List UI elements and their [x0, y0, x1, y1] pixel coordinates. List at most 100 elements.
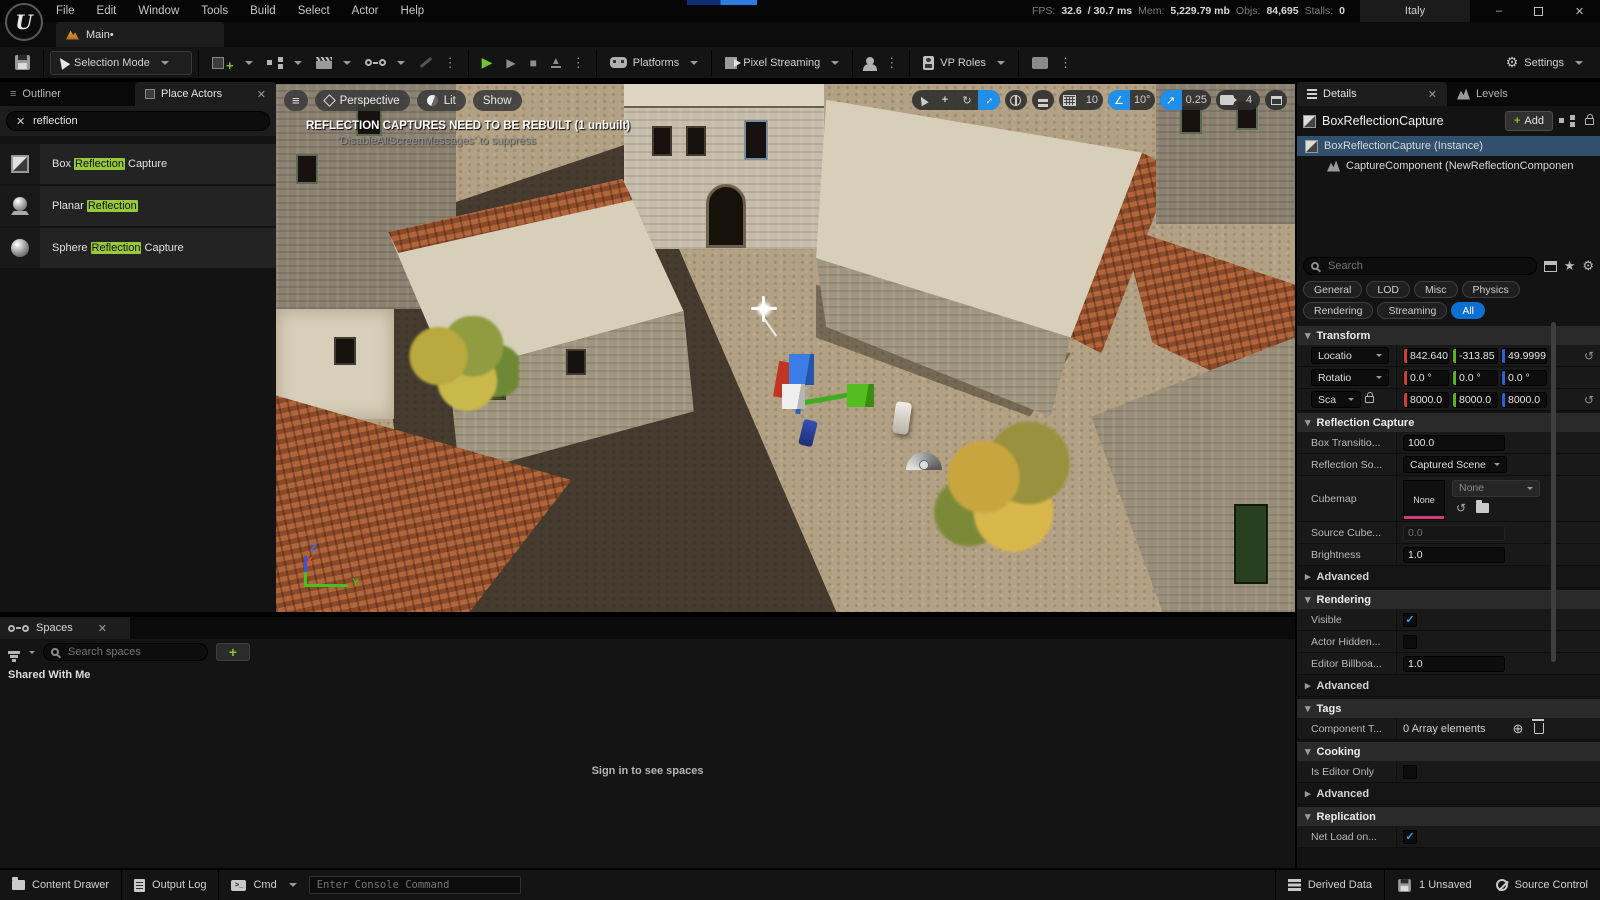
rotation-y-field[interactable]: 0.0 °	[1452, 370, 1498, 386]
settings-dropdown[interactable]: ⚙ Settings	[1499, 51, 1590, 75]
reset-scale-icon[interactable]: ↺	[1584, 393, 1594, 407]
pixel-streaming-dropdown[interactable]: Pixel Streaming	[718, 51, 846, 75]
derived-data-button[interactable]: Derived Data	[1275, 869, 1385, 900]
maximize-viewport-button[interactable]	[1265, 90, 1287, 110]
close-button[interactable]: ✕	[1575, 5, 1584, 18]
actor-hidden-checkbox[interactable]	[1403, 635, 1417, 649]
cmd-dropdown[interactable]: >_ Cmd	[219, 869, 308, 900]
source-cubemap-angle-field[interactable]: 0.0	[1403, 525, 1505, 541]
blueprint-edit-icon[interactable]	[1559, 115, 1575, 127]
menu-window[interactable]: Window	[138, 5, 179, 17]
play-options-dots[interactable]: ⋮	[568, 55, 590, 71]
scale-tool[interactable]: ↔	[978, 90, 1000, 110]
filter-lod[interactable]: LOD	[1366, 281, 1410, 298]
tree-row-instance[interactable]: BoxReflectionCapture (Instance)	[1297, 136, 1600, 156]
rotation-z-field[interactable]: 0.0 °	[1501, 370, 1547, 386]
filter-physics[interactable]: Physics	[1462, 281, 1520, 298]
close-tab-icon[interactable]: ✕	[98, 622, 107, 635]
maximize-button[interactable]	[1534, 7, 1543, 16]
rotation-x-field[interactable]: 0.0 °	[1403, 370, 1449, 386]
camera-speed-value[interactable]: 4	[1238, 90, 1260, 110]
menu-tools[interactable]: Tools	[201, 5, 228, 17]
camera-speed-toggle[interactable]	[1216, 90, 1238, 110]
menu-edit[interactable]: Edit	[97, 5, 117, 17]
platforms-dropdown[interactable]: Platforms	[603, 51, 705, 75]
rotation-dropdown[interactable]: Rotatio	[1311, 369, 1389, 386]
add-space-button[interactable]: +	[216, 643, 250, 661]
cubemap-dropdown[interactable]: None	[1452, 480, 1540, 497]
tab-levels[interactable]: Levels	[1447, 82, 1518, 106]
details-search-input[interactable]	[1303, 257, 1537, 275]
rotate-tool[interactable]: ↻	[956, 90, 978, 110]
sequencer-dropdown[interactable]	[358, 51, 412, 75]
reflection-source-dropdown[interactable]: Captured Scene	[1403, 456, 1507, 473]
console-command-input[interactable]	[309, 876, 521, 894]
toolbar-overflow-dots[interactable]: ⋮	[440, 55, 462, 71]
list-item-sphere-reflection-capture[interactable]: Sphere Reflection Capture	[0, 228, 276, 268]
move-tool[interactable]: +	[934, 90, 956, 110]
scale-dropdown[interactable]: Sca	[1311, 391, 1361, 408]
level-viewport[interactable]: Z X Y ≡ Perspective Lit Show REFLECTION …	[276, 84, 1295, 612]
eject-button[interactable]: ▲	[544, 51, 568, 75]
advanced-row-cooking[interactable]: ▸ Advanced	[1297, 783, 1600, 805]
play-button[interactable]: ▶	[475, 51, 500, 75]
content-drawer-button[interactable]: Content Drawer	[0, 869, 122, 900]
location-dropdown[interactable]: Locatio	[1311, 347, 1389, 364]
presence-button[interactable]	[859, 51, 881, 75]
gizmo-handle-z[interactable]	[789, 354, 814, 385]
net-load-checkbox[interactable]: ✓	[1403, 830, 1417, 844]
show-dropdown[interactable]: Show	[473, 90, 522, 111]
gizmo-stem-y[interactable]	[803, 392, 853, 406]
close-tab-icon[interactable]: ✕	[257, 88, 266, 101]
section-cooking[interactable]: ▾ Cooking	[1297, 742, 1600, 761]
grid-snap-toggle[interactable]	[1059, 90, 1081, 110]
filter-streaming[interactable]: Streaming	[1377, 302, 1447, 319]
location-x-field[interactable]: 842.640	[1403, 348, 1449, 364]
tree-row-capture-component[interactable]: CaptureComponent (NewReflectionComponen	[1297, 156, 1600, 176]
transform-gizmo[interactable]	[771, 352, 881, 442]
vcam-dots[interactable]: ⋮	[1055, 55, 1077, 71]
gizmo-center[interactable]	[782, 384, 805, 409]
add-actor-dropdown[interactable]: +	[205, 51, 260, 75]
level-tab-main[interactable]: Main•	[56, 22, 224, 47]
menu-select[interactable]: Select	[298, 5, 330, 17]
world-space-button[interactable]	[1005, 90, 1027, 110]
scale-lock-icon[interactable]	[1365, 396, 1374, 403]
viewport-options-button[interactable]: ≡	[284, 90, 308, 111]
list-item-box-reflection-capture[interactable]: Box Reflection Capture	[0, 144, 276, 184]
project-title-tab[interactable]: Italy	[1360, 0, 1470, 22]
minimize-button[interactable]: –	[1496, 5, 1502, 17]
tab-spaces[interactable]: Spaces ✕	[0, 617, 130, 639]
rotation-snap-toggle[interactable]: ∠	[1108, 90, 1130, 110]
menu-actor[interactable]: Actor	[352, 5, 379, 17]
sky-light-sprite[interactable]	[906, 452, 942, 480]
virtual-camera-button[interactable]	[1025, 51, 1055, 75]
skip-button[interactable]: ▶	[499, 51, 522, 75]
perspective-dropdown[interactable]: Perspective	[315, 90, 410, 111]
scale-snap-toggle[interactable]: ↗	[1160, 90, 1182, 110]
grid-snap-value[interactable]: 10	[1081, 90, 1103, 110]
close-tab-icon[interactable]: ✕	[1428, 88, 1437, 101]
tab-place-actors[interactable]: Place Actors ✕	[135, 82, 276, 106]
cinematics-dropdown[interactable]	[309, 51, 358, 75]
filter-misc[interactable]: Misc	[1414, 281, 1458, 298]
reset-location-icon[interactable]: ↺	[1584, 349, 1594, 363]
lock-icon[interactable]	[1585, 118, 1594, 125]
stop-button[interactable]: ■	[523, 51, 544, 75]
source-control-button[interactable]: Source Control	[1484, 869, 1600, 900]
output-log-button[interactable]: Output Log	[122, 869, 219, 900]
section-tags[interactable]: ▾ Tags	[1297, 699, 1600, 718]
spaces-filter-button[interactable]	[8, 651, 35, 654]
editor-billboard-field[interactable]: 1.0	[1403, 656, 1505, 672]
lit-dropdown[interactable]: Lit	[417, 90, 466, 111]
point-light-sprite[interactable]	[751, 296, 777, 322]
menu-file[interactable]: File	[56, 5, 75, 17]
is-editor-only-checkbox[interactable]	[1403, 765, 1417, 779]
unsaved-button[interactable]: 1 Unsaved	[1385, 869, 1484, 900]
filter-rendering[interactable]: Rendering	[1303, 302, 1373, 319]
section-replication[interactable]: ▾ Replication	[1297, 807, 1600, 826]
add-tag-icon[interactable]: ⊕	[1513, 721, 1524, 737]
spaces-search-input[interactable]	[43, 643, 208, 661]
display-settings-icon[interactable]	[1544, 261, 1557, 272]
favorites-star-icon[interactable]: ★	[1564, 258, 1576, 274]
